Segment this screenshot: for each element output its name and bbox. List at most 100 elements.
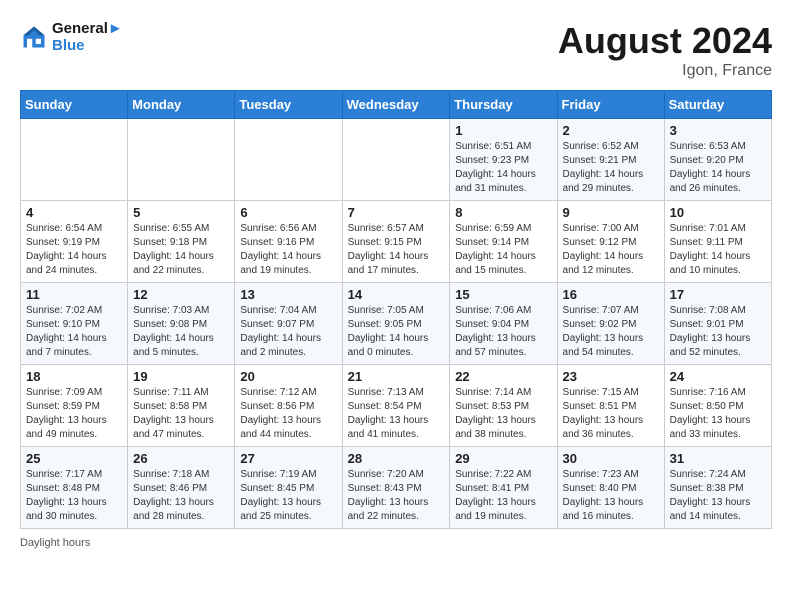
calendar-cell: 28 Sunrise: 7:20 AM Sunset: 8:43 PM Dayli… [342,447,450,529]
day-info: Sunrise: 7:07 AM Sunset: 9:02 PM Dayligh… [563,304,659,360]
day-info: Sunrise: 7:03 AM Sunset: 9:08 PM Dayligh… [133,304,229,360]
day-info: Sunrise: 7:20 AM Sunset: 8:43 PM Dayligh… [348,468,445,524]
logo: General► Blue [20,20,123,54]
calendar-cell: 3 Sunrise: 6:53 AM Sunset: 9:20 PM Daylig… [664,119,771,201]
day-of-week-wednesday: Wednesday [342,91,450,119]
day-info: Sunrise: 6:56 AM Sunset: 9:16 PM Dayligh… [240,222,336,278]
day-info: Sunrise: 7:22 AM Sunset: 8:41 PM Dayligh… [455,468,551,524]
calendar-cell: 7 Sunrise: 6:57 AM Sunset: 9:15 PM Daylig… [342,201,450,283]
day-info: Sunrise: 7:12 AM Sunset: 8:56 PM Dayligh… [240,386,336,442]
day-info: Sunrise: 7:09 AM Sunset: 8:59 PM Dayligh… [26,386,122,442]
day-number: 16 [563,287,659,302]
day-number: 4 [26,205,122,220]
day-of-week-tuesday: Tuesday [235,91,342,119]
day-number: 28 [348,451,445,466]
day-number: 31 [670,451,766,466]
calendar-cell: 21Sunrise: 7:13 AM Sunset: 8:54 PM Dayli… [342,365,450,447]
day-info: Sunrise: 7:01 AM Sunset: 9:11 PM Dayligh… [670,222,766,278]
calendar-cell: 27Sunrise: 7:19 AM Sunset: 8:45 PM Dayli… [235,447,342,529]
calendar-cell: 22 Sunrise: 7:14 AM Sunset: 8:53 PM Dayli… [450,365,557,447]
day-number: 20 [240,369,336,384]
day-info: Sunrise: 7:02 AM Sunset: 9:10 PM Dayligh… [26,304,122,360]
day-info: Sunrise: 7:04 AM Sunset: 9:07 PM Dayligh… [240,304,336,360]
day-info: Sunrise: 6:53 AM Sunset: 9:20 PM Dayligh… [670,140,766,196]
day-info: Sunrise: 6:54 AM Sunset: 9:19 PM Dayligh… [26,222,122,278]
calendar-cell: 14 Sunrise: 7:05 AM Sunset: 9:05 PM Dayli… [342,283,450,365]
calendar-cell: 17 Sunrise: 7:08 AM Sunset: 9:01 PM Dayli… [664,283,771,365]
calendar-table: SundayMondayTuesdayWednesdayThursdayFrid… [20,90,772,529]
day-number: 2 [563,123,659,138]
logo-icon [20,23,48,51]
day-number: 17 [670,287,766,302]
month-title: August 2024 [558,20,772,62]
calendar-cell [128,119,235,201]
day-info: Sunrise: 7:15 AM Sunset: 8:51 PM Dayligh… [563,386,659,442]
day-info: Sunrise: 7:08 AM Sunset: 9:01 PM Dayligh… [670,304,766,360]
day-info: Sunrise: 7:06 AM Sunset: 9:04 PM Dayligh… [455,304,551,360]
calendar-week-3: 11Sunrise: 7:02 AM Sunset: 9:10 PM Dayli… [21,283,772,365]
calendar-cell: 8Sunrise: 6:59 AM Sunset: 9:14 PM Daylig… [450,201,557,283]
day-number: 5 [133,205,229,220]
calendar-cell: 23Sunrise: 7:15 AM Sunset: 8:51 PM Dayli… [557,365,664,447]
day-of-week-thursday: Thursday [450,91,557,119]
day-info: Sunrise: 7:14 AM Sunset: 8:53 PM Dayligh… [455,386,551,442]
day-info: Sunrise: 6:57 AM Sunset: 9:15 PM Dayligh… [348,222,445,278]
day-number: 13 [240,287,336,302]
day-info: Sunrise: 6:51 AM Sunset: 9:23 PM Dayligh… [455,140,551,196]
calendar-week-5: 25Sunrise: 7:17 AM Sunset: 8:48 PM Dayli… [21,447,772,529]
calendar-cell: 5 Sunrise: 6:55 AM Sunset: 9:18 PM Daylig… [128,201,235,283]
calendar-cell: 26 Sunrise: 7:18 AM Sunset: 8:46 PM Dayli… [128,447,235,529]
day-info: Sunrise: 7:23 AM Sunset: 8:40 PM Dayligh… [563,468,659,524]
day-number: 14 [348,287,445,302]
day-number: 15 [455,287,551,302]
footer: Daylight hours [20,537,772,549]
calendar-cell: 13 Sunrise: 7:04 AM Sunset: 9:07 PM Dayli… [235,283,342,365]
day-number: 30 [563,451,659,466]
day-number: 7 [348,205,445,220]
calendar-cell: 30 Sunrise: 7:23 AM Sunset: 8:40 PM Dayli… [557,447,664,529]
daylight-hours-note: Daylight hours [20,537,90,549]
day-number: 29 [455,451,551,466]
calendar-header-row: SundayMondayTuesdayWednesdayThursdayFrid… [21,91,772,119]
logo-text: General► Blue [52,20,123,54]
day-number: 9 [563,205,659,220]
calendar-cell: 6 Sunrise: 6:56 AM Sunset: 9:16 PM Daylig… [235,201,342,283]
calendar-cell [342,119,450,201]
day-info: Sunrise: 7:18 AM Sunset: 8:46 PM Dayligh… [133,468,229,524]
day-info: Sunrise: 7:05 AM Sunset: 9:05 PM Dayligh… [348,304,445,360]
calendar-cell: 31Sunrise: 7:24 AM Sunset: 8:38 PM Dayli… [664,447,771,529]
day-number: 10 [670,205,766,220]
calendar-cell: 19 Sunrise: 7:11 AM Sunset: 8:58 PM Dayli… [128,365,235,447]
day-number: 27 [240,451,336,466]
day-info: Sunrise: 6:59 AM Sunset: 9:14 PM Dayligh… [455,222,551,278]
title-block: August 2024 Igon, France [558,20,772,80]
day-number: 25 [26,451,122,466]
day-info: Sunrise: 6:55 AM Sunset: 9:18 PM Dayligh… [133,222,229,278]
calendar-cell: 11Sunrise: 7:02 AM Sunset: 9:10 PM Dayli… [21,283,128,365]
calendar-cell: 1 Sunrise: 6:51 AM Sunset: 9:23 PM Daylig… [450,119,557,201]
calendar-week-4: 18Sunrise: 7:09 AM Sunset: 8:59 PM Dayli… [21,365,772,447]
location: Igon, France [558,62,772,80]
day-number: 1 [455,123,551,138]
day-number: 26 [133,451,229,466]
calendar-cell: 20 Sunrise: 7:12 AM Sunset: 8:56 PM Dayli… [235,365,342,447]
day-of-week-saturday: Saturday [664,91,771,119]
calendar-week-2: 4 Sunrise: 6:54 AM Sunset: 9:19 PM Daylig… [21,201,772,283]
day-of-week-monday: Monday [128,91,235,119]
day-number: 22 [455,369,551,384]
calendar-cell [235,119,342,201]
calendar-cell: 12Sunrise: 7:03 AM Sunset: 9:08 PM Dayli… [128,283,235,365]
calendar-cell: 18Sunrise: 7:09 AM Sunset: 8:59 PM Dayli… [21,365,128,447]
day-number: 21 [348,369,445,384]
day-number: 19 [133,369,229,384]
calendar-cell: 16 Sunrise: 7:07 AM Sunset: 9:02 PM Dayli… [557,283,664,365]
calendar-cell [21,119,128,201]
day-number: 6 [240,205,336,220]
calendar-cell: 10 Sunrise: 7:01 AM Sunset: 9:11 PM Dayli… [664,201,771,283]
calendar-cell: 15 Sunrise: 7:06 AM Sunset: 9:04 PM Dayli… [450,283,557,365]
day-info: Sunrise: 7:00 AM Sunset: 9:12 PM Dayligh… [563,222,659,278]
day-number: 3 [670,123,766,138]
day-info: Sunrise: 7:11 AM Sunset: 8:58 PM Dayligh… [133,386,229,442]
day-of-week-sunday: Sunday [21,91,128,119]
calendar-cell: 2Sunrise: 6:52 AM Sunset: 9:21 PM Daylig… [557,119,664,201]
